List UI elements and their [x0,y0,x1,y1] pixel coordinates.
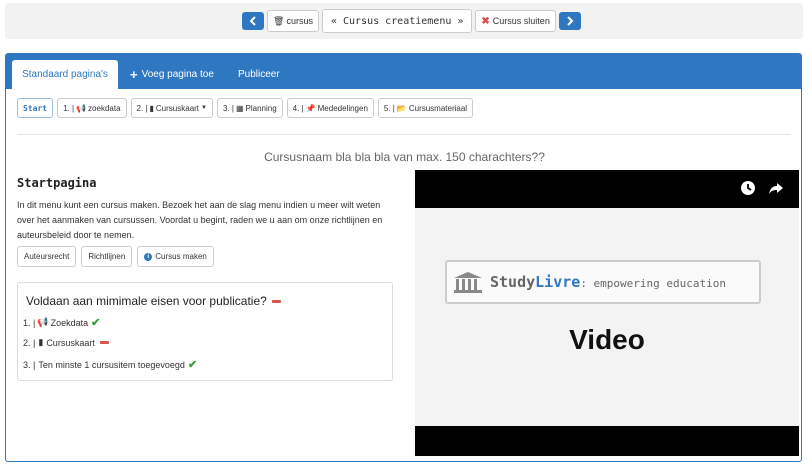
clock-icon[interactable] [740,180,756,196]
previous-button[interactable] [242,12,264,30]
requirement-item: 2. | ▮ Cursuskaart [23,337,109,348]
temple-icon [454,272,482,293]
share-icon[interactable] [768,180,784,196]
trash-icon: 🗑 [273,15,285,26]
step-planning-button[interactable]: 3. | ▦ Planning [216,98,283,118]
page-nav: Standaard pagina's + Voeg pagina toe Pub… [6,54,801,89]
requirements-box: Voldaan aan mimimale eisen voor publicat… [17,282,393,381]
course-title: Cursusnaam bla bla bla van max. 150 char… [264,150,545,164]
video-frame: StudyLivre: empowering education Video [415,208,799,426]
requirement-prefix: 2. | [23,337,36,348]
tab-add-page[interactable]: + Voeg pagina toe [130,60,214,89]
step-buttons: Start 1. | 📢 zoekdata 2. | ▮ Cursuskaart… [17,98,474,118]
video-controls [740,180,784,196]
tab-standard-pages-label: Standaard pagina's [22,69,108,80]
step-number: 4. | [292,103,304,113]
divider [17,134,791,135]
step-label: Cursuskaart [155,103,200,113]
make-course-label: Cursus maken [155,252,207,261]
delete-course-label: cursus [286,16,313,26]
requirement-prefix: 3. | [23,359,36,370]
step-mededelingen-button[interactable]: 4. | 📌 Mededelingen [286,98,374,118]
brand-text: StudyLivre: empowering education [490,273,726,291]
step-label: Cursusmateriaal [408,103,468,113]
bullhorn-icon: 📢 [37,317,49,327]
brand-study: Study [490,273,536,291]
brand-livre: Livre [535,273,581,291]
tab-publish[interactable]: Publiceer [238,60,280,89]
video-label: Video [569,324,645,355]
step-zoekdata-button[interactable]: 1. | 📢 zoekdata [57,98,127,118]
minus-icon [271,299,281,303]
course-menu-title: « Cursus creatiemenu » [321,9,473,33]
check-icon: ✔ [91,317,101,329]
intro-text: In dit menu kunt een cursus maken. Bezoe… [17,200,383,240]
course-toolbar: 🗑 cursus « Cursus creatiemenu » ✖ Cursus… [5,3,803,39]
step-start-label: Start [23,103,48,113]
requirement-label: Cursuskaart [46,337,95,348]
requirement-label: Ten minste 1 cursusitem toegevoegd [38,359,185,370]
brand-tagline: : empowering education [580,277,727,290]
action-buttons: Auteursrecht Richtlijnen i Cursus maken [17,246,214,267]
next-button[interactable] [558,12,581,30]
plus-icon: + [130,67,138,82]
close-icon: ✖ [481,15,490,27]
file-icon: ▮ [149,103,154,113]
copyright-label: Auteursrecht [24,252,70,261]
guidelines-button[interactable]: Richtlijnen [81,246,133,267]
step-cursuskaart-button[interactable]: 2. | ▮ Cursuskaart ▼ [130,98,213,118]
requirement-item: 1. | 📢 Zoekdata ✔ [23,316,100,329]
requirement-label: Zoekdata [50,317,89,328]
pin-icon: 📌 [305,103,316,113]
step-number: 5. | [383,103,395,113]
step-number: 1. | [63,103,75,113]
step-label: Mededelingen [317,103,368,113]
info-icon: i [144,252,153,261]
delete-course-button[interactable]: 🗑 cursus [267,10,319,32]
step-number: 2. | [136,103,148,113]
chevron-left-icon [249,16,256,26]
step-number: 3. | [222,103,234,113]
tab-publish-label: Publiceer [238,69,280,80]
requirements-title-text: Voldaan aan mimimale eisen voor publicat… [26,294,267,308]
calendar-icon: ▦ [235,103,244,113]
video-player[interactable]: StudyLivre: empowering education Video [415,170,799,456]
requirement-prefix: 1. | [23,317,36,328]
bullhorn-icon: 📢 [76,103,87,113]
tab-add-page-label: Voeg pagina toe [141,69,214,80]
minus-icon [99,341,109,344]
close-course-label: Cursus sluiten [492,16,550,26]
chevron-right-icon [567,16,574,26]
step-cursusmateriaal-button[interactable]: 5. | 📂 Cursusmateriaal [377,98,474,118]
requirement-item: 3. | Ten minste 1 cursusitem toegevoegd … [23,358,197,371]
tab-standard-pages[interactable]: Standaard pagina's [12,60,118,89]
guidelines-label: Richtlijnen [88,252,126,261]
make-course-button[interactable]: i Cursus maken [137,246,214,267]
step-label: zoekdata [88,103,121,113]
studylivre-logo: StudyLivre: empowering education [445,260,761,304]
step-start-button[interactable]: Start [17,98,54,118]
copyright-button[interactable]: Auteursrecht [17,246,77,267]
course-menu-title-text: « Cursus creatiemenu » [330,15,464,27]
step-label: Planning [245,103,277,113]
requirements-title: Voldaan aan mimimale eisen voor publicat… [26,294,281,308]
file-icon: ▮ [38,337,44,347]
folder-icon: 📂 [396,103,407,113]
close-course-button[interactable]: ✖ Cursus sluiten [475,10,556,32]
page-title: Startpagina [17,176,97,190]
caret-down-icon: ▼ [201,105,207,111]
check-icon: ✔ [187,359,198,371]
